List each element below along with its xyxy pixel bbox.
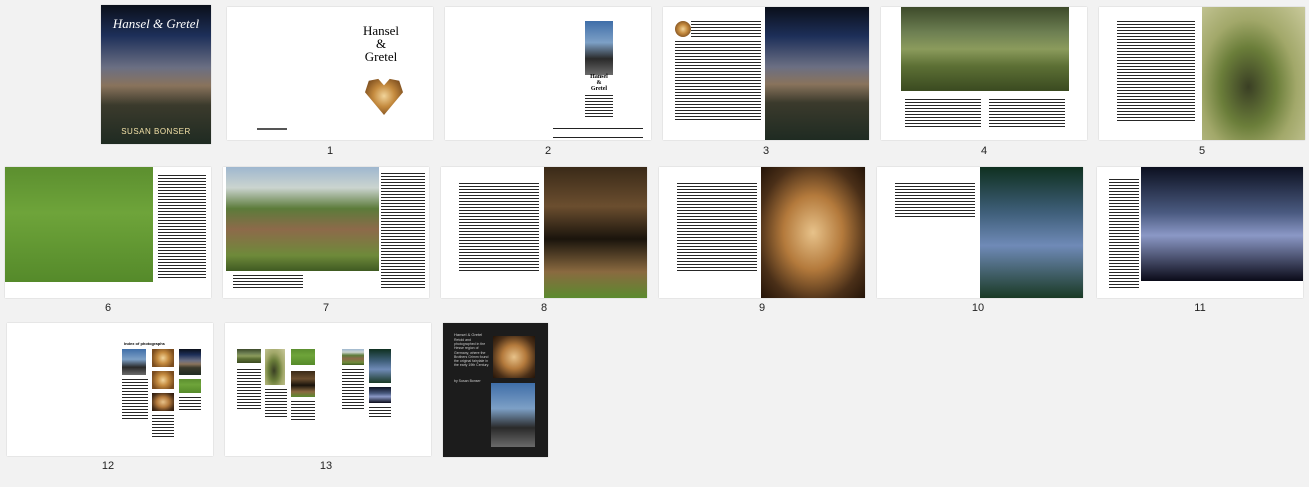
story-text-left (677, 183, 757, 273)
back-cover-thumbnail[interactable]: Hansel & Gretel Retold and photographed … (443, 323, 548, 457)
deer-photo (5, 167, 153, 282)
index-captions (237, 369, 261, 409)
gingerbread-man-photo (761, 167, 865, 298)
page-thumbnail-12[interactable]: Index of photographs (7, 323, 213, 456)
page-thumbnail-3[interactable] (663, 7, 869, 140)
statue-photo (585, 21, 613, 75)
dedication-text (585, 95, 613, 117)
cover-title: Hansel & Gretel (112, 16, 200, 31)
page2-title: Hansel & Gretel (590, 74, 608, 92)
index-captions (179, 397, 201, 411)
swan-photo (1141, 167, 1303, 281)
index-thumb-town (179, 349, 201, 375)
index-thumb-river (369, 349, 391, 383)
story-text-right (381, 173, 425, 289)
page-number-3: 3 (762, 145, 770, 157)
page-number-5: 5 (1198, 145, 1206, 157)
back-cover-byline: by Susan Bonser (454, 379, 481, 383)
page-number-12: 12 (101, 460, 115, 472)
back-cover-title: Hansel & Gretel (454, 332, 483, 337)
story-text-left (1109, 179, 1139, 289)
index-thumb-heart (152, 349, 174, 367)
title-page-title: Hansel & Gretel (362, 23, 400, 64)
page-number-10: 10 (971, 302, 985, 314)
page-number-8: 8 (540, 302, 548, 314)
index-thumb-farm (342, 349, 364, 365)
index-thumb-statue (122, 349, 146, 375)
town-photo (765, 7, 869, 140)
page-thumbnail-5[interactable] (1099, 7, 1305, 140)
page-footer-text (257, 128, 287, 130)
page-number-9: 9 (758, 302, 766, 314)
photo-index-heading: Index of photographs (124, 341, 165, 346)
story-text-left (233, 275, 303, 289)
index-thumb-deer (291, 349, 315, 365)
gingerbread-heart-photo (365, 78, 403, 115)
page-number-13: 13 (319, 460, 333, 472)
index-captions (369, 407, 391, 417)
index-captions (291, 401, 315, 421)
index-thumb-swan (369, 387, 391, 403)
decorative-rules (553, 128, 643, 138)
page-thumbnail-1[interactable]: Hansel & Gretel (227, 7, 433, 140)
page-number-11: 11 (1194, 302, 1206, 314)
page-thumbnail-4[interactable] (881, 7, 1087, 140)
page-number-7: 7 (322, 302, 330, 314)
story-text-left (675, 41, 761, 121)
page-number-4: 4 (980, 145, 988, 157)
page-thumbnail-8[interactable] (441, 167, 647, 298)
farmhouse-photo (226, 167, 379, 271)
index-thumb-barn (291, 371, 315, 397)
story-text-right (989, 99, 1065, 129)
tree-photo (1202, 7, 1305, 140)
page-thumbnail-10[interactable] (877, 167, 1083, 298)
story-text-left (895, 183, 975, 217)
valley-photo (901, 7, 1069, 91)
story-text-left (905, 99, 981, 129)
page-thumbnail-7[interactable] (223, 167, 429, 298)
index-captions (265, 389, 287, 419)
story-text-left (1117, 21, 1195, 121)
cover-author: SUSAN BONSER (121, 127, 191, 136)
index-thumb-valley (179, 379, 201, 393)
page-number-1: 1 (326, 145, 334, 157)
page-thumbnail-13[interactable] (225, 323, 431, 456)
barn-photo (544, 167, 647, 298)
back-cover-blurb: Retold and photographed in the Hesse reg… (454, 338, 490, 368)
index-captions (122, 379, 148, 419)
index-thumb-gingerbread (152, 393, 174, 411)
page-thumbnail-2[interactable]: Hansel & Gretel (445, 7, 651, 140)
story-text-right (158, 175, 206, 279)
page-thumbnail-6[interactable] (5, 167, 211, 298)
page-thumbnail-11[interactable] (1097, 167, 1303, 298)
index-thumb-cookie (152, 371, 174, 389)
index-thumb-tree (265, 349, 285, 385)
index-captions (342, 369, 364, 409)
story-text-left (691, 21, 761, 39)
page-thumbnail-9[interactable] (659, 167, 865, 298)
index-thumb-valley-2 (237, 349, 261, 363)
cover-thumbnail[interactable]: Hansel & Gretel SUSAN BONSER (101, 5, 211, 144)
back-cover-statue-photo (491, 383, 535, 447)
index-captions (152, 415, 174, 437)
story-text-left (459, 183, 539, 273)
river-photo (980, 167, 1083, 298)
drop-cap-image (675, 21, 691, 37)
back-cover-gingerbread-photo (493, 336, 535, 378)
page-number-2: 2 (544, 145, 552, 157)
page-number-6: 6 (104, 302, 112, 314)
